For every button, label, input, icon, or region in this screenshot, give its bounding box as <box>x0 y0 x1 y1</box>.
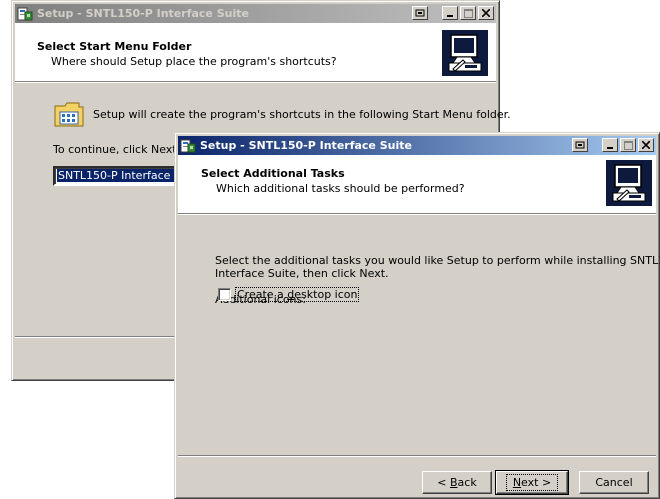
front-window-titlebar[interactable]: Setup - SNTL150-P Interface Suite <box>178 136 656 155</box>
maximize-button[interactable] <box>460 6 476 20</box>
back-window-titlebar[interactable]: Setup - SNTL150-P Interface Suite <box>15 4 496 23</box>
next-button[interactable]: Next > <box>495 470 569 495</box>
page-subtitle: Which additional tasks should be perform… <box>216 182 465 195</box>
back-header-panel: Select Start Menu Folder Where should Se… <box>15 23 496 81</box>
setup-app-icon <box>17 6 33 22</box>
computer-wizard-icon <box>605 159 653 207</box>
minimize-button[interactable] <box>602 138 618 152</box>
context-help-button[interactable] <box>572 138 588 152</box>
folder-icon <box>54 102 84 127</box>
folder-input-value: SNTL150-P Interface Suite <box>57 169 181 182</box>
cancel-button-label: Cancel <box>595 476 633 489</box>
header-divider <box>178 213 656 215</box>
maximize-icon <box>463 8 473 18</box>
continue-text: To continue, click Next. If <box>53 143 191 156</box>
maximize-icon <box>623 140 633 150</box>
minimize-icon <box>607 147 613 149</box>
help-icon <box>575 141 585 149</box>
help-icon <box>415 9 425 17</box>
page-title: Select Start Menu Folder <box>37 40 192 53</box>
page-title: Select Additional Tasks <box>201 167 345 180</box>
back-button[interactable]: < Back <box>422 471 492 494</box>
close-icon <box>482 9 490 17</box>
close-icon <box>642 141 650 149</box>
context-help-button[interactable] <box>412 6 428 20</box>
computer-wizard-icon <box>441 29 489 77</box>
checkbox-label-post: esktop icon <box>294 288 358 301</box>
front-window-title: Setup - SNTL150-P Interface Suite <box>200 139 412 152</box>
close-button[interactable] <box>638 138 654 152</box>
back-button-label: < Back <box>437 476 477 489</box>
back-window-title: Setup - SNTL150-P Interface Suite <box>37 7 249 20</box>
page-subtitle: Where should Setup place the program's s… <box>51 55 337 68</box>
maximize-button[interactable] <box>620 138 636 152</box>
checkbox-label-pre: Create a <box>237 288 288 301</box>
desktop-icon-checkbox[interactable] <box>218 288 231 301</box>
cancel-button[interactable]: Cancel <box>579 471 649 494</box>
desktop-icon-label[interactable]: Create a desktop icon <box>235 287 360 302</box>
folder-info-text: Setup will create the program's shortcut… <box>93 108 511 121</box>
minimize-button[interactable] <box>442 6 458 20</box>
minimize-icon <box>447 15 453 17</box>
close-button[interactable] <box>478 6 494 20</box>
setup-app-icon <box>180 138 196 154</box>
front-setup-window[interactable]: Setup - SNTL150-P Interface Suite Select… <box>174 132 660 499</box>
front-header-panel: Select Additional Tasks Which additional… <box>178 155 656 213</box>
header-divider <box>15 81 496 83</box>
footer-divider <box>178 455 656 457</box>
tasks-description-line2: Interface Suite, then click Next. <box>215 267 389 280</box>
start-menu-folder-input[interactable]: SNTL150-P Interface Suite <box>53 166 183 186</box>
next-button-label: Next > <box>505 474 559 491</box>
tasks-description-line1: Select the additional tasks you would li… <box>215 254 660 267</box>
